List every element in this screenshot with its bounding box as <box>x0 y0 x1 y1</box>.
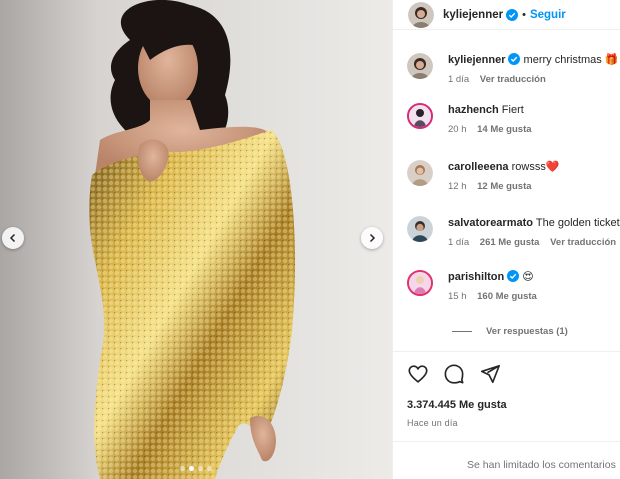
post-header: kyliejenner • Seguir <box>393 0 620 30</box>
commenter-avatar[interactable] <box>407 160 433 186</box>
carousel-indicator <box>0 466 392 471</box>
comment-time[interactable]: 15 h <box>448 291 467 302</box>
comment-likes[interactable]: 160 Me gusta <box>477 291 537 302</box>
caption-text: merry christmas 🎁 <box>523 54 619 66</box>
view-replies-label: Ver respuestas (1) <box>486 326 568 337</box>
comments-limited-text: Se han limitado los comentarios <box>467 459 616 471</box>
post-photo <box>0 0 392 479</box>
carousel-next-button[interactable] <box>361 227 383 249</box>
post-actions: 3.374.445 Me gusta Hace un día <box>393 351 620 428</box>
comment-username[interactable]: carolleeena <box>448 161 509 173</box>
author-username[interactable]: kyliejenner <box>443 9 503 21</box>
comment-time[interactable]: 1 día <box>448 237 469 248</box>
chevron-left-icon <box>9 233 16 243</box>
comments-limited-notice: Se han limitado los comentarios <box>393 441 620 479</box>
commenter-avatar[interactable] <box>407 103 433 129</box>
comment-text: The golden ticket <box>535 217 620 229</box>
carousel-dot <box>180 466 185 471</box>
verified-badge-icon <box>507 270 520 282</box>
post-timestamp: Hace un día <box>407 418 458 428</box>
view-replies-button[interactable]: Ver respuestas (1) <box>452 326 568 337</box>
commenter-avatar[interactable] <box>407 270 433 296</box>
caption-author-avatar[interactable] <box>407 53 433 79</box>
comment-username[interactable]: hazhench <box>448 104 499 116</box>
comment-time[interactable]: 20 h <box>448 124 467 135</box>
header-separator: • <box>522 8 526 21</box>
post-media[interactable] <box>0 0 392 479</box>
caption-username[interactable]: kyliejenner <box>448 54 505 66</box>
carousel-dot <box>189 466 194 471</box>
comment-username[interactable]: parishilton <box>448 271 504 283</box>
chevron-right-icon <box>369 233 376 243</box>
post-side-panel: kyliejenner • Seguir kyliejenner merry c… <box>392 0 620 479</box>
carousel-prev-button[interactable] <box>2 227 24 249</box>
commenter-avatar[interactable] <box>407 216 433 242</box>
carousel-dot <box>207 466 212 471</box>
comment-likes[interactable]: 12 Me gusta <box>477 181 531 192</box>
verified-badge-icon <box>508 53 521 65</box>
caption-time[interactable]: 1 día <box>448 74 469 85</box>
comment-likes[interactable]: 261 Me gusta <box>480 237 540 248</box>
comment-likes[interactable]: 14 Me gusta <box>477 124 531 135</box>
author-avatar[interactable] <box>408 1 434 28</box>
like-heart-icon[interactable] <box>407 363 429 385</box>
caption-translate-link[interactable]: Ver traducción <box>480 74 546 85</box>
comment-text: 😍 <box>522 271 534 283</box>
comment-bubble-icon[interactable] <box>443 363 465 385</box>
share-send-icon[interactable] <box>479 363 501 385</box>
follow-button[interactable]: Seguir <box>530 9 566 21</box>
comment-text: Fiert <box>501 104 524 116</box>
verified-badge-icon <box>506 8 519 21</box>
comment-time[interactable]: 12 h <box>448 181 467 192</box>
carousel-dot <box>198 466 203 471</box>
comment-username[interactable]: salvatorearmato <box>448 217 533 229</box>
replies-divider <box>452 331 472 332</box>
comment-text: rowsss❤️ <box>511 161 560 173</box>
likes-count[interactable]: 3.374.445 Me gusta <box>407 399 507 411</box>
comment-translate-link[interactable]: Ver traducción <box>550 237 616 248</box>
